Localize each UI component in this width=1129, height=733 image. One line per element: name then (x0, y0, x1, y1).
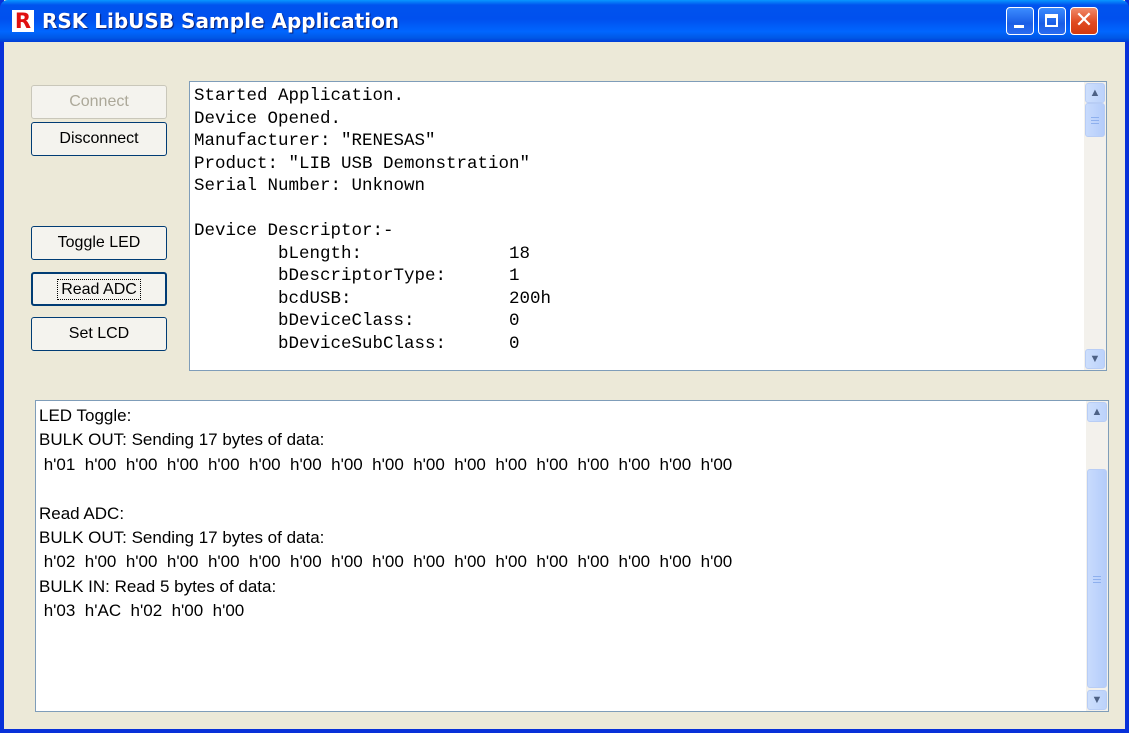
toggle-led-button[interactable]: Toggle LED (31, 226, 167, 260)
transfer-log-line: h'03 h'AC h'02 h'00 h'00 (39, 601, 245, 621)
device-info-line: Product: "LIB USB Demonstration" (194, 153, 531, 174)
device-info-line: bLength: 18 (194, 243, 531, 264)
connect-button-label: Connect (69, 93, 129, 110)
read-adc-button[interactable]: Read ADC (31, 272, 167, 306)
transfer-log-line: Read ADC: (39, 503, 125, 523)
transfer-log-line: BULK OUT: Sending 17 bytes of data: (39, 528, 325, 548)
close-button[interactable]: ✕ (1070, 7, 1098, 35)
grip-icon (1091, 117, 1099, 124)
read-adc-button-label: Read ADC (57, 279, 141, 300)
minimize-icon (1014, 25, 1024, 28)
device-info-line: bDeviceSubClass: 0 (194, 333, 520, 354)
device-info-line: bDeviceClass: 0 (194, 311, 520, 331)
device-info-textbox[interactable]: Started Application. Device Opened. Manufa… (189, 81, 1107, 371)
set-lcd-button[interactable]: Set LCD (31, 317, 167, 351)
close-icon: ✕ (1074, 8, 1094, 33)
maximize-icon (1045, 14, 1058, 27)
toggle-led-button-label: Toggle LED (57, 234, 141, 251)
scroll-thumb[interactable] (1085, 103, 1105, 137)
transfer-log-line: h'01 h'00 h'00 h'00 h'00 h'00 h'00 h'00 … (39, 454, 733, 474)
transfer-log-line: BULK OUT: Sending 17 bytes of data: (39, 430, 325, 450)
device-info-scrollbar[interactable]: ▲ ▼ (1084, 82, 1106, 370)
renesas-r-icon[interactable]: R (12, 10, 34, 32)
transfer-log-textbox[interactable]: LED Toggle: BULK OUT: Sending 17 bytes of… (35, 400, 1109, 712)
transfer-log-line: BULK IN: Read 5 bytes of data: (39, 576, 277, 596)
device-info-line: Device Descriptor:- (194, 221, 394, 241)
scroll-up-arrow-icon[interactable]: ▲ (1087, 402, 1107, 422)
disconnect-button-label: Disconnect (59, 130, 139, 147)
transfer-log-line: LED Toggle: (39, 406, 132, 425)
app-window: R RSK LibUSB Sample Application ✕ Connec… (0, 0, 1129, 733)
minimize-button[interactable] (1006, 7, 1034, 35)
disconnect-button[interactable]: Disconnect (31, 122, 167, 156)
app-icon-letter: R (14, 9, 32, 33)
device-info-text: Started Application. Device Opened. Manufa… (194, 85, 551, 355)
set-lcd-button-label: Set LCD (68, 325, 130, 342)
scroll-down-arrow-icon[interactable]: ▼ (1085, 349, 1105, 369)
transfer-log-scrollbar[interactable]: ▲ ▼ (1086, 401, 1108, 711)
device-info-line: Manufacturer: "RENESAS" (194, 131, 436, 151)
scroll-up-arrow-icon[interactable]: ▲ (1085, 83, 1105, 103)
maximize-button[interactable] (1038, 7, 1066, 35)
grip-icon (1093, 575, 1101, 583)
connect-button[interactable]: Connect (31, 85, 167, 119)
transfer-log-line: h'02 h'00 h'00 h'00 h'00 h'00 h'00 h'00 … (39, 552, 733, 572)
scroll-down-arrow-icon[interactable]: ▼ (1087, 690, 1107, 710)
device-info-line: Started Application. (194, 86, 405, 106)
device-info-line: Device Opened. (194, 108, 342, 129)
window-title: RSK LibUSB Sample Application (42, 9, 400, 33)
device-info-line: Serial Number: Unknown (194, 176, 426, 196)
scroll-thumb[interactable] (1087, 469, 1107, 688)
device-info-line: bcdUSB: 200h (194, 288, 552, 309)
transfer-log-line (39, 477, 732, 501)
device-info-line (194, 198, 551, 221)
device-info-line: bDescriptorType: 1 (194, 266, 520, 286)
title-bar[interactable]: R RSK LibUSB Sample Application ✕ (0, 0, 1129, 42)
transfer-log-text: LED Toggle: BULK OUT: Sending 17 bytes of… (39, 404, 732, 624)
